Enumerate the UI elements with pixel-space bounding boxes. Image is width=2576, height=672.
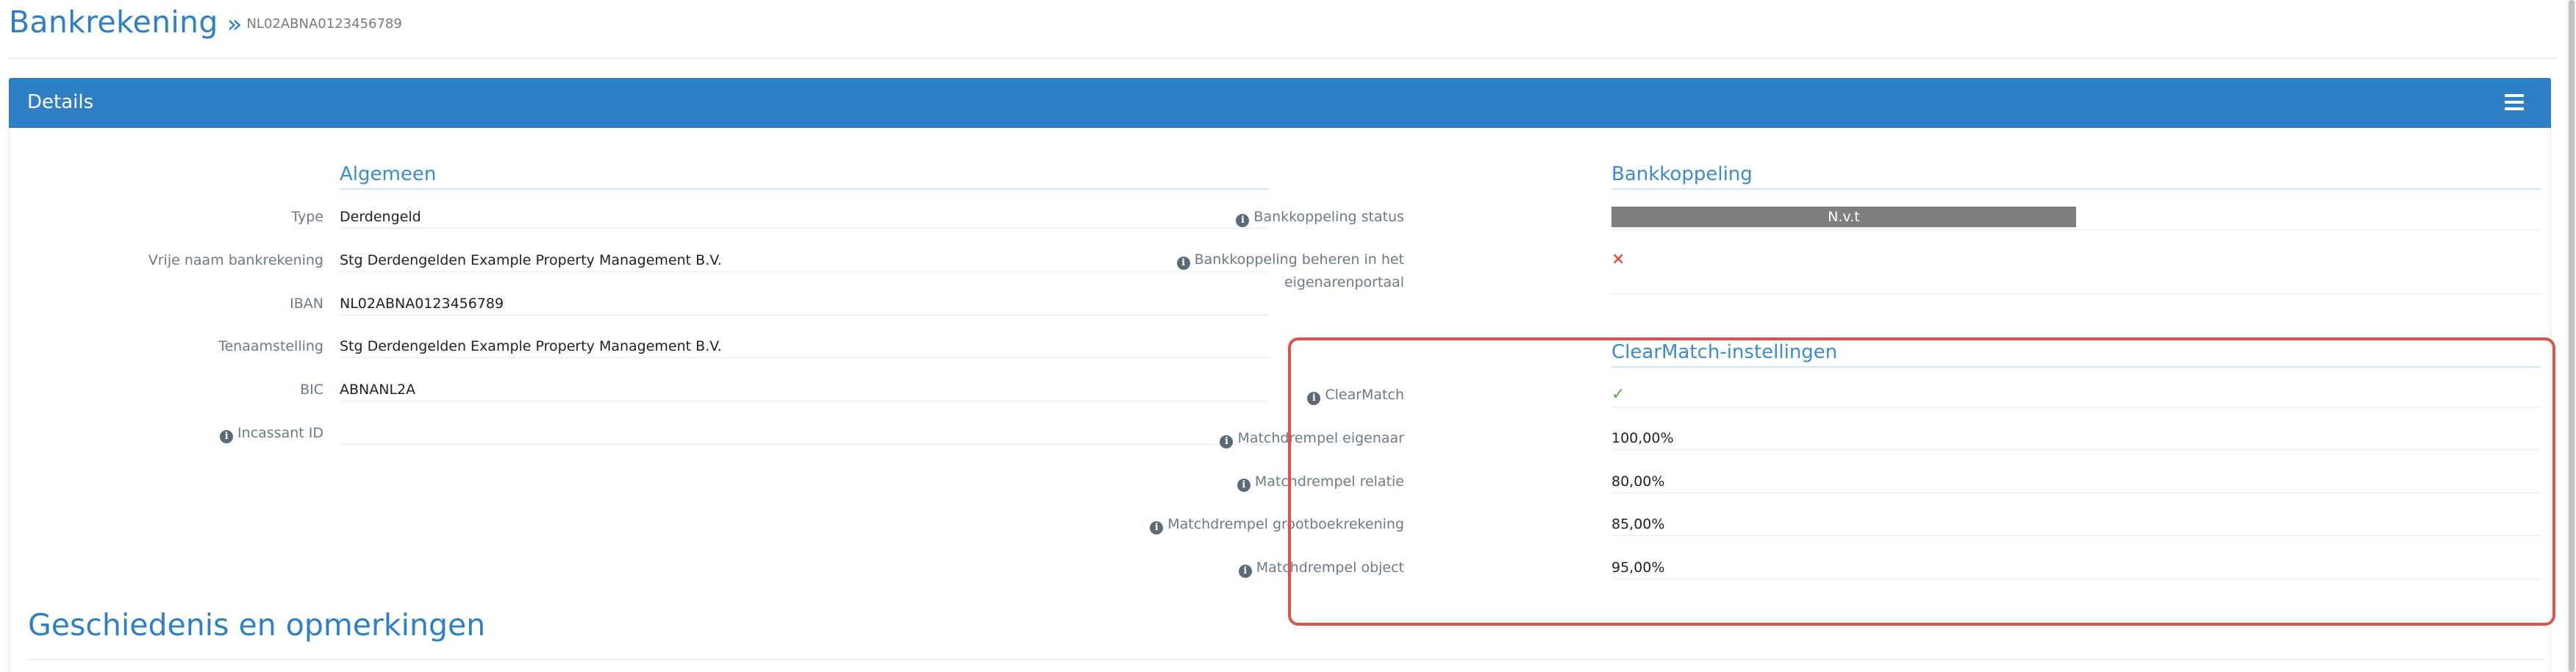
field-label: i Bankkoppeling beheren in het eigenarenpo… <box>1176 249 1404 294</box>
clearmatch-highlight-box <box>1288 337 2555 626</box>
field-row-type: Type Derdengeld <box>15 206 1272 247</box>
field-value: NL02ABNA0123456789 <box>340 293 1269 315</box>
field-value: Stg Derdengelden Example Property Manage… <box>340 335 1269 358</box>
field-label: BIC <box>300 382 323 398</box>
field-label: Vrije naam bankrekening <box>148 252 323 268</box>
title-divider <box>9 57 2557 59</box>
field-row-iban: IBAN NL02ABNA0123456789 <box>15 293 1272 334</box>
field-value: Stg Derdengelden Example Property Manage… <box>340 249 1269 272</box>
section-heading-algemeen: Algemeen <box>340 163 1269 190</box>
page-subtitle-iban: NL02ABNA0123456789 <box>246 16 402 32</box>
field-value: ABNANL2A <box>340 379 1269 401</box>
field-label: i Bankkoppeling status <box>1236 206 1404 228</box>
field-label: Type <box>291 209 323 225</box>
status-badge: N.v.t <box>1611 207 2076 227</box>
history-divider <box>28 659 2545 660</box>
field-row-bankkoppeling-beheren: i Bankkoppeling beheren in het eigenarenpo… <box>1176 249 2544 300</box>
field-row-incassant-id: i Incassant ID <box>15 422 1272 463</box>
field-label: i Incassant ID <box>220 422 323 444</box>
info-icon[interactable]: i <box>1176 257 1190 270</box>
info-icon[interactable]: i <box>1237 479 1251 492</box>
field-value <box>340 422 1269 445</box>
field-row-bic: BIC ABNANL2A <box>15 379 1272 420</box>
breadcrumb-separator: » <box>226 10 243 39</box>
page: Bankrekening» NL02ABNA0123456789 Details … <box>0 0 2576 672</box>
section-heading-bankkoppeling: Bankkoppeling <box>1611 163 2541 190</box>
field-label-text-line2: eigenarenportaal <box>1284 274 1404 290</box>
field-label: IBAN <box>290 296 323 312</box>
info-icon[interactable]: i <box>1220 435 1234 448</box>
scrollbar-thumb[interactable] <box>2569 0 2575 672</box>
page-title: Bankrekening <box>9 4 218 40</box>
details-panel-title: Details <box>27 91 94 113</box>
menu-icon-bar <box>2505 107 2524 110</box>
field-label: Tenaamstelling <box>218 338 323 354</box>
field-row-bankkoppeling-status: i Bankkoppeling status N.v.t <box>1236 206 2544 247</box>
field-value: × <box>1611 249 2541 294</box>
info-icon[interactable]: i <box>1236 214 1250 227</box>
page-scrollbar[interactable] <box>2567 0 2576 672</box>
hamburger-menu-icon[interactable] <box>2505 94 2524 112</box>
history-section-title: Geschiedenis en opmerkingen <box>28 607 486 643</box>
info-icon[interactable]: i <box>220 430 234 443</box>
field-row-vrije-naam: Vrije naam bankrekening Stg Derdengelden… <box>15 249 1272 290</box>
info-icon[interactable]: i <box>1150 521 1164 535</box>
page-header: Bankrekening » NL02ABNA0123456789 <box>9 4 402 49</box>
field-row-tenaamstelling: Tenaamstelling Stg Derdengelden Example … <box>15 335 1272 376</box>
field-label-text: Bankkoppeling beheren in het <box>1194 251 1404 268</box>
cross-icon: × <box>1611 250 1625 268</box>
info-icon[interactable]: i <box>1238 565 1252 578</box>
menu-icon-bar <box>2505 94 2524 97</box>
menu-icon-bar <box>2505 101 2524 104</box>
details-panel-header: Details <box>9 78 2551 128</box>
field-value: Derdengeld <box>340 206 1269 229</box>
field-label-text: Incassant ID <box>237 425 323 441</box>
field-label-text: Bankkoppeling status <box>1253 209 1404 225</box>
